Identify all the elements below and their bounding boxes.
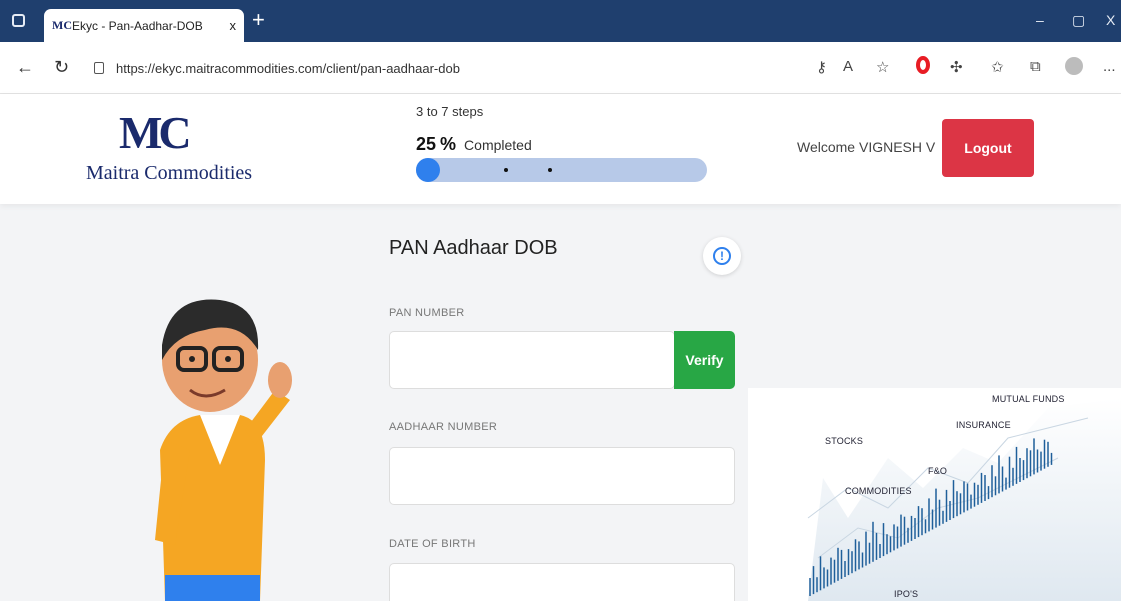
market-chart-graphic — [807, 398, 1121, 601]
site-favicon-icon: MC — [52, 18, 72, 32]
date-of-birth-input[interactable] — [389, 563, 735, 601]
aadhaar-number-label: AADHAAR NUMBER — [389, 421, 498, 433]
tab-actions-icon[interactable] — [12, 14, 25, 27]
verify-button[interactable]: Verify — [674, 331, 735, 389]
progress-step-dot — [504, 168, 508, 172]
favorites-icon[interactable]: ✩ — [991, 58, 1004, 76]
finance-products-graphic: MUTUAL FUNDS INSURANCE STOCKS F&O COMMOD… — [748, 388, 1121, 601]
aadhaar-number-input[interactable] — [389, 447, 735, 505]
more-menu-icon[interactable]: ... — [1103, 58, 1116, 75]
company-name: Maitra Commodities — [86, 162, 253, 184]
date-of-birth-label: DATE OF BIRTH — [389, 538, 476, 550]
mutual-funds-label: MUTUAL FUNDS — [992, 394, 1065, 404]
minimize-icon[interactable]: – — [1036, 12, 1044, 28]
progress-bar — [416, 158, 707, 182]
refresh-icon[interactable]: ↻ — [54, 57, 69, 78]
commodities-label: COMMODITIES — [845, 486, 912, 496]
browser-toolbar: ← ↻ https://ekyc.maitracommodities.com/c… — [0, 42, 1121, 94]
address-bar[interactable]: https://ekyc.maitracommodities.com/clien… — [94, 55, 494, 81]
close-window-icon[interactable]: X — [1106, 12, 1115, 28]
percent-sign: % — [440, 134, 457, 154]
pan-number-label: PAN NUMBER — [389, 307, 465, 319]
logout-button[interactable]: Logout — [942, 119, 1034, 177]
info-icon: ! — [713, 247, 731, 265]
new-tab-button[interactable]: + — [252, 7, 265, 33]
thinking-man-illustration — [155, 299, 292, 601]
insurance-label: INSURANCE — [956, 420, 1011, 430]
stocks-label: STOCKS — [825, 436, 864, 446]
key-icon[interactable]: ⚷ — [816, 58, 827, 76]
extensions-icon[interactable]: ✣ — [950, 58, 963, 76]
percent-word: Completed — [464, 137, 532, 153]
form-title: PAN Aadhaar DOB — [389, 237, 558, 259]
back-arrow-icon[interactable]: ← — [16, 57, 34, 78]
collections-icon[interactable]: ⧉ — [1030, 58, 1041, 75]
tab-title: Ekyc - Pan-Aadhar-DOB — [72, 18, 203, 33]
company-logo: MC — [119, 107, 192, 158]
percent-value: 25 — [416, 134, 437, 154]
fo-label: F&O — [928, 466, 948, 476]
page-header: MC Maitra Commodities 3 to 7 steps 25 % … — [0, 94, 1121, 204]
ipos-label: IPO'S — [894, 589, 919, 599]
opera-extension-icon[interactable] — [916, 56, 930, 74]
info-button[interactable]: ! — [703, 237, 741, 275]
favorite-star-icon[interactable]: ☆ — [876, 58, 889, 76]
progress-fill — [416, 158, 440, 182]
url-text: https://ekyc.maitracommodities.com/clien… — [116, 60, 460, 76]
steps-label: 3 to 7 steps — [416, 104, 484, 119]
profile-avatar[interactable] — [1065, 57, 1083, 75]
progress-percent: 25 % Completed — [416, 134, 532, 155]
pan-number-input[interactable] — [389, 331, 675, 389]
tab-close-icon[interactable]: x — [230, 18, 237, 33]
lock-icon[interactable] — [94, 62, 104, 74]
browser-tab-bar: MC Ekyc - Pan-Aadhar-DOB x + – ▢ X — [0, 0, 1121, 42]
welcome-text: Welcome VIGNESH V — [797, 139, 936, 155]
browser-tab[interactable]: MC Ekyc - Pan-Aadhar-DOB x — [44, 9, 244, 42]
read-aloud-icon[interactable]: A — [843, 58, 853, 75]
progress-step-dot — [548, 168, 552, 172]
restore-icon[interactable]: ▢ — [1072, 12, 1085, 29]
